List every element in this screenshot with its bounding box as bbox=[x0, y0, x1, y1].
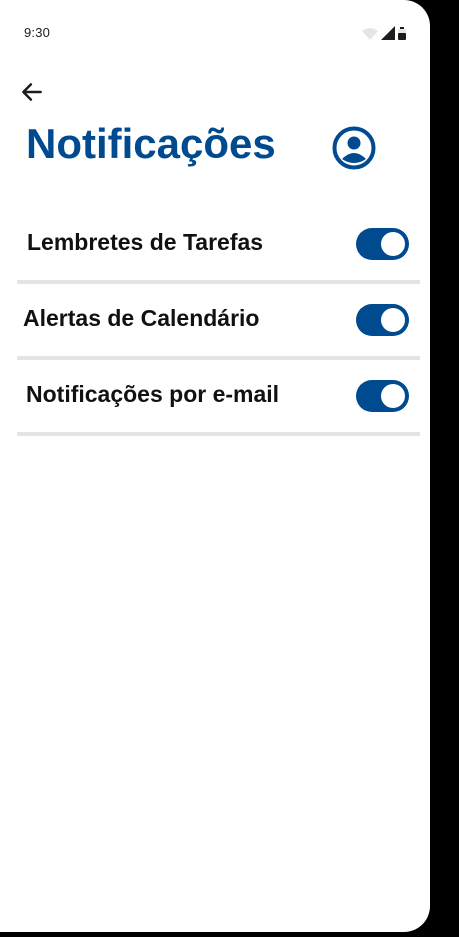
arrow-left-icon bbox=[22, 83, 42, 101]
setting-row-calendar-alerts: Alertas de Calendário bbox=[17, 284, 420, 360]
status-icons bbox=[362, 26, 406, 40]
toggle-knob bbox=[381, 384, 405, 408]
calendar-alerts-toggle[interactable] bbox=[356, 304, 409, 336]
setting-row-task-reminders: Lembretes de Tarefas bbox=[17, 208, 420, 284]
settings-list: Lembretes de Tarefas Alertas de Calendár… bbox=[17, 208, 420, 436]
toggle-knob bbox=[381, 308, 405, 332]
signal-icon bbox=[381, 26, 395, 40]
setting-row-email-notifications: Notificações por e-mail bbox=[17, 360, 420, 436]
toggle-knob bbox=[381, 232, 405, 256]
phone-screen: 9:30 Notificações Lembretes de Tarefas A… bbox=[0, 0, 430, 932]
battery-icon bbox=[398, 27, 406, 40]
status-bar: 9:30 bbox=[0, 0, 430, 64]
page-title: Notificações bbox=[26, 120, 276, 167]
account-circle-icon bbox=[332, 126, 376, 170]
setting-label: Lembretes de Tarefas bbox=[27, 229, 264, 255]
setting-label: Alertas de Calendário bbox=[23, 305, 260, 331]
profile-button[interactable] bbox=[331, 125, 377, 171]
setting-label: Notificações por e-mail bbox=[26, 381, 280, 407]
wifi-icon bbox=[362, 28, 378, 40]
email-notifications-toggle[interactable] bbox=[356, 380, 409, 412]
status-time: 9:30 bbox=[24, 25, 51, 40]
back-button[interactable] bbox=[16, 76, 48, 108]
task-reminders-toggle[interactable] bbox=[356, 228, 409, 260]
